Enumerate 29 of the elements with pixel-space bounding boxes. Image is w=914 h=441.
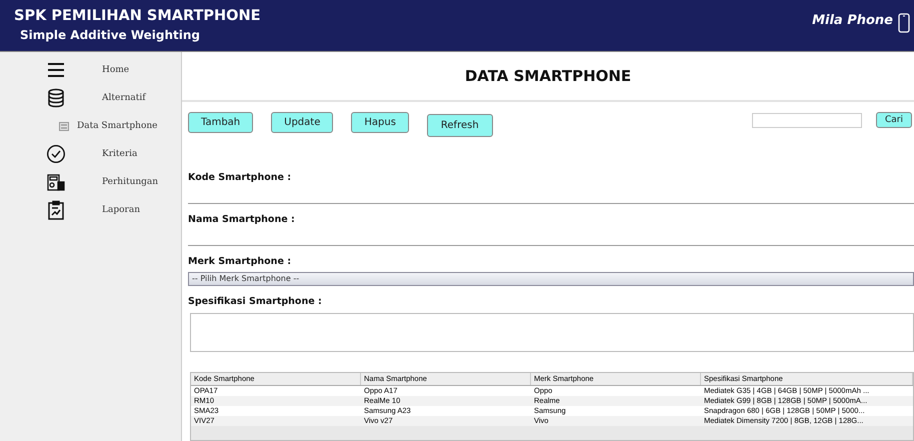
sidebar-item[interactable]: Perhitungan <box>0 168 181 196</box>
brand-name: Mila Phone <box>812 13 893 28</box>
menu-icon <box>46 60 66 80</box>
sidebar-item[interactable]: Alternatif <box>0 84 181 112</box>
field-label: Merk Smartphone : <box>188 256 292 267</box>
field-label: Kode Smartphone : <box>188 172 292 183</box>
dropdown[interactable]: -- Pilih Merk Smartphone -- <box>188 272 914 286</box>
action-button[interactable]: Tambah <box>188 112 254 133</box>
clipboard-icon <box>46 200 66 220</box>
field-label: Nama Smartphone : <box>188 214 296 225</box>
field-label: Spesifikasi Smartphone : <box>188 296 323 307</box>
page-title: DATA SMARTPHONE <box>464 67 632 85</box>
sidebar-item[interactable]: Laporan <box>0 196 181 224</box>
phone-icon <box>898 13 910 33</box>
sidebar-item[interactable]: Home <box>0 56 181 84</box>
search-field[interactable] <box>752 113 862 128</box>
app-subtitle: Simple Additive Weighting <box>19 28 202 42</box>
check-circle-icon <box>46 144 66 164</box>
action-button[interactable]: Hapus <box>351 112 409 133</box>
sidebar-item[interactable]: Kriteria <box>0 140 181 168</box>
action-button[interactable]: Refresh <box>426 114 493 137</box>
search-button[interactable]: Cari <box>876 112 912 128</box>
app-title: SPK PEMILIHAN SMARTPHONE <box>13 8 261 24</box>
calculator-icon <box>46 172 66 192</box>
action-button[interactable]: Update <box>271 112 334 133</box>
text-area[interactable] <box>190 313 914 352</box>
list-icon <box>59 122 69 130</box>
sidebar-subitem[interactable]: Data Smartphone <box>0 112 181 140</box>
database-icon <box>46 88 66 108</box>
